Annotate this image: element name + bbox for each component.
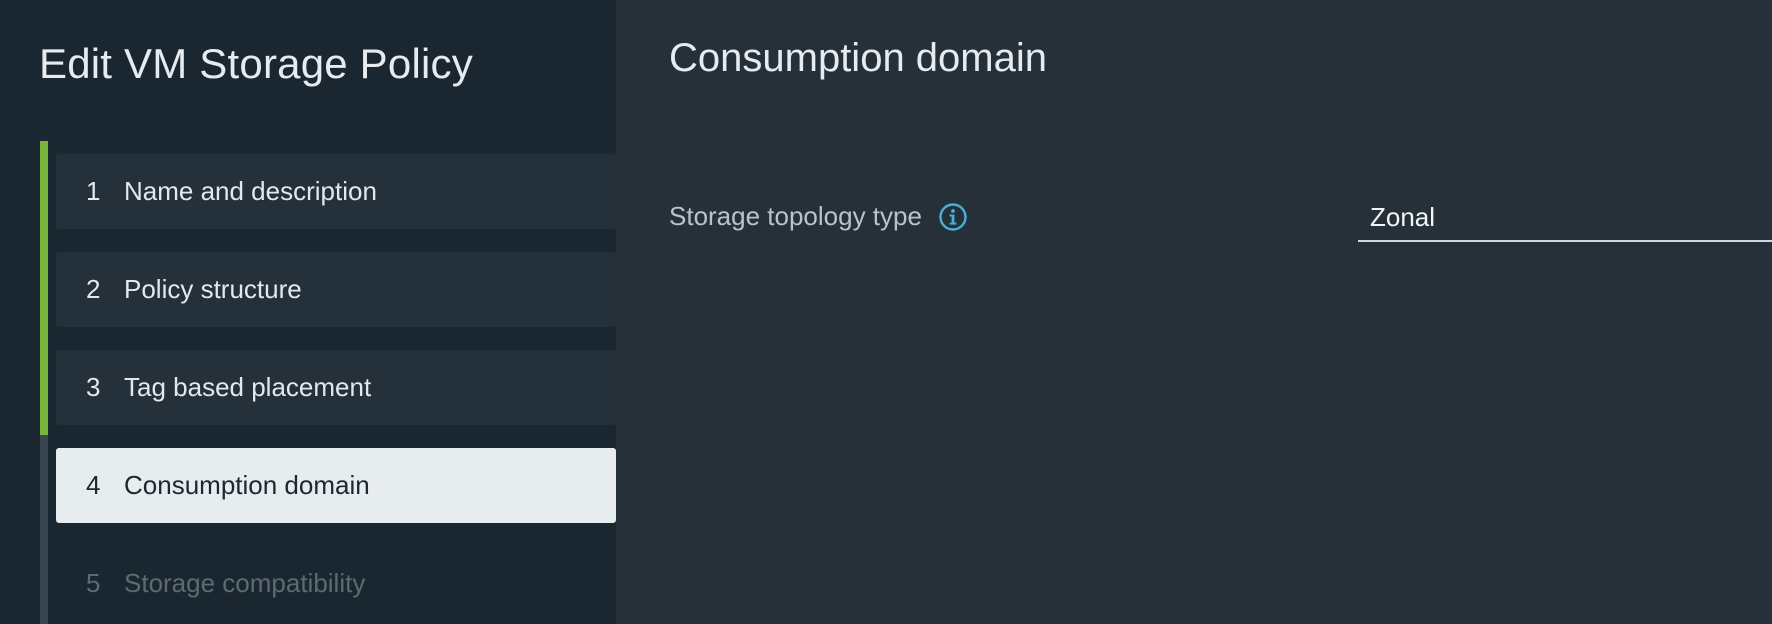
edit-vm-storage-policy-dialog: Edit VM Storage Policy 1 Name and descri… bbox=[0, 0, 1772, 624]
step-label: Name and description bbox=[124, 176, 377, 206]
step-number: 1 bbox=[86, 176, 101, 206]
step-label: Consumption domain bbox=[124, 470, 370, 500]
storage-topology-value: Zonal bbox=[1370, 202, 1436, 232]
wizard-step-name-and-description[interactable]: 1 Name and description bbox=[56, 154, 616, 229]
page-title: Consumption domain bbox=[669, 36, 1047, 80]
step-number: 4 bbox=[86, 470, 101, 500]
step-label: Policy structure bbox=[124, 274, 302, 304]
field-label-text: Storage topology type bbox=[669, 201, 922, 231]
step-number: 2 bbox=[86, 274, 101, 304]
wizard-step-storage-compatibility: 5 Storage compatibility bbox=[56, 546, 616, 621]
step-number: 5 bbox=[86, 568, 101, 598]
wizard-step-policy-structure[interactable]: 2 Policy structure bbox=[56, 252, 616, 327]
wizard-step-tag-based-placement[interactable]: 3 Tag based placement bbox=[56, 350, 616, 425]
wizard-content: Consumption domain Storage topology type… bbox=[616, 0, 1772, 624]
wizard-sidebar: Edit VM Storage Policy 1 Name and descri… bbox=[0, 0, 616, 624]
storage-topology-field: Storage topology type Zonal bbox=[669, 196, 1772, 244]
step-label: Tag based placement bbox=[124, 372, 372, 402]
storage-topology-select[interactable]: Zonal bbox=[1358, 196, 1772, 242]
wizard-progress-completed bbox=[40, 141, 48, 435]
info-icon[interactable] bbox=[938, 202, 968, 232]
wizard-step-consumption-domain[interactable]: 4 Consumption domain bbox=[56, 448, 616, 523]
wizard-step-list: 1 Name and description 2 Policy structur… bbox=[56, 154, 616, 624]
storage-topology-label: Storage topology type bbox=[669, 201, 968, 232]
step-label: Storage compatibility bbox=[124, 568, 366, 598]
step-number: 3 bbox=[86, 372, 101, 402]
wizard-title: Edit VM Storage Policy bbox=[39, 40, 473, 87]
